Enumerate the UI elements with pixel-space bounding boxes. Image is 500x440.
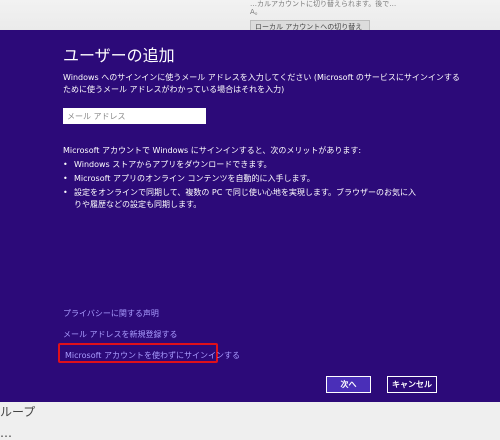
background-text: ループ — [0, 405, 36, 419]
list-item: Microsoft アプリのオンライン コンテンツを自動的に入手します。 — [63, 173, 423, 185]
dialog-title: ユーザーの追加 — [63, 46, 175, 65]
next-button[interactable]: 次へ — [326, 376, 371, 393]
email-input[interactable] — [63, 108, 206, 124]
privacy-statement-link[interactable]: プライバシーに関する声明 — [63, 308, 159, 319]
benefits-intro: Microsoft アカウントで Windows にサインインすると、次のメリッ… — [63, 146, 362, 155]
sign-in-without-microsoft-account-link[interactable]: Microsoft アカウントを使わずにサインインする — [65, 350, 240, 361]
list-item: Windows ストアからアプリをダウンロードできます。 — [63, 159, 423, 171]
benefits-list: Windows ストアからアプリをダウンロードできます。 Microsoft ア… — [63, 159, 423, 213]
dialog-description: Windows へのサインインに使うメール アドレスを入力してください (Mic… — [63, 73, 460, 94]
background-text: …カルアカウントに切り替えられます。後で… — [250, 0, 397, 8]
background-text: A。 — [250, 8, 262, 16]
add-user-dialog: ユーザーの追加 Windows へのサインインに使うメール アドレスを入力してく… — [0, 30, 500, 402]
cancel-button[interactable]: キャンセル — [387, 376, 437, 393]
list-item: 設定をオンラインで同期して、複数の PC で同じ使い心地を実現します。ブラウザー… — [63, 187, 423, 211]
register-email-link[interactable]: メール アドレスを新規登録する — [63, 329, 178, 340]
